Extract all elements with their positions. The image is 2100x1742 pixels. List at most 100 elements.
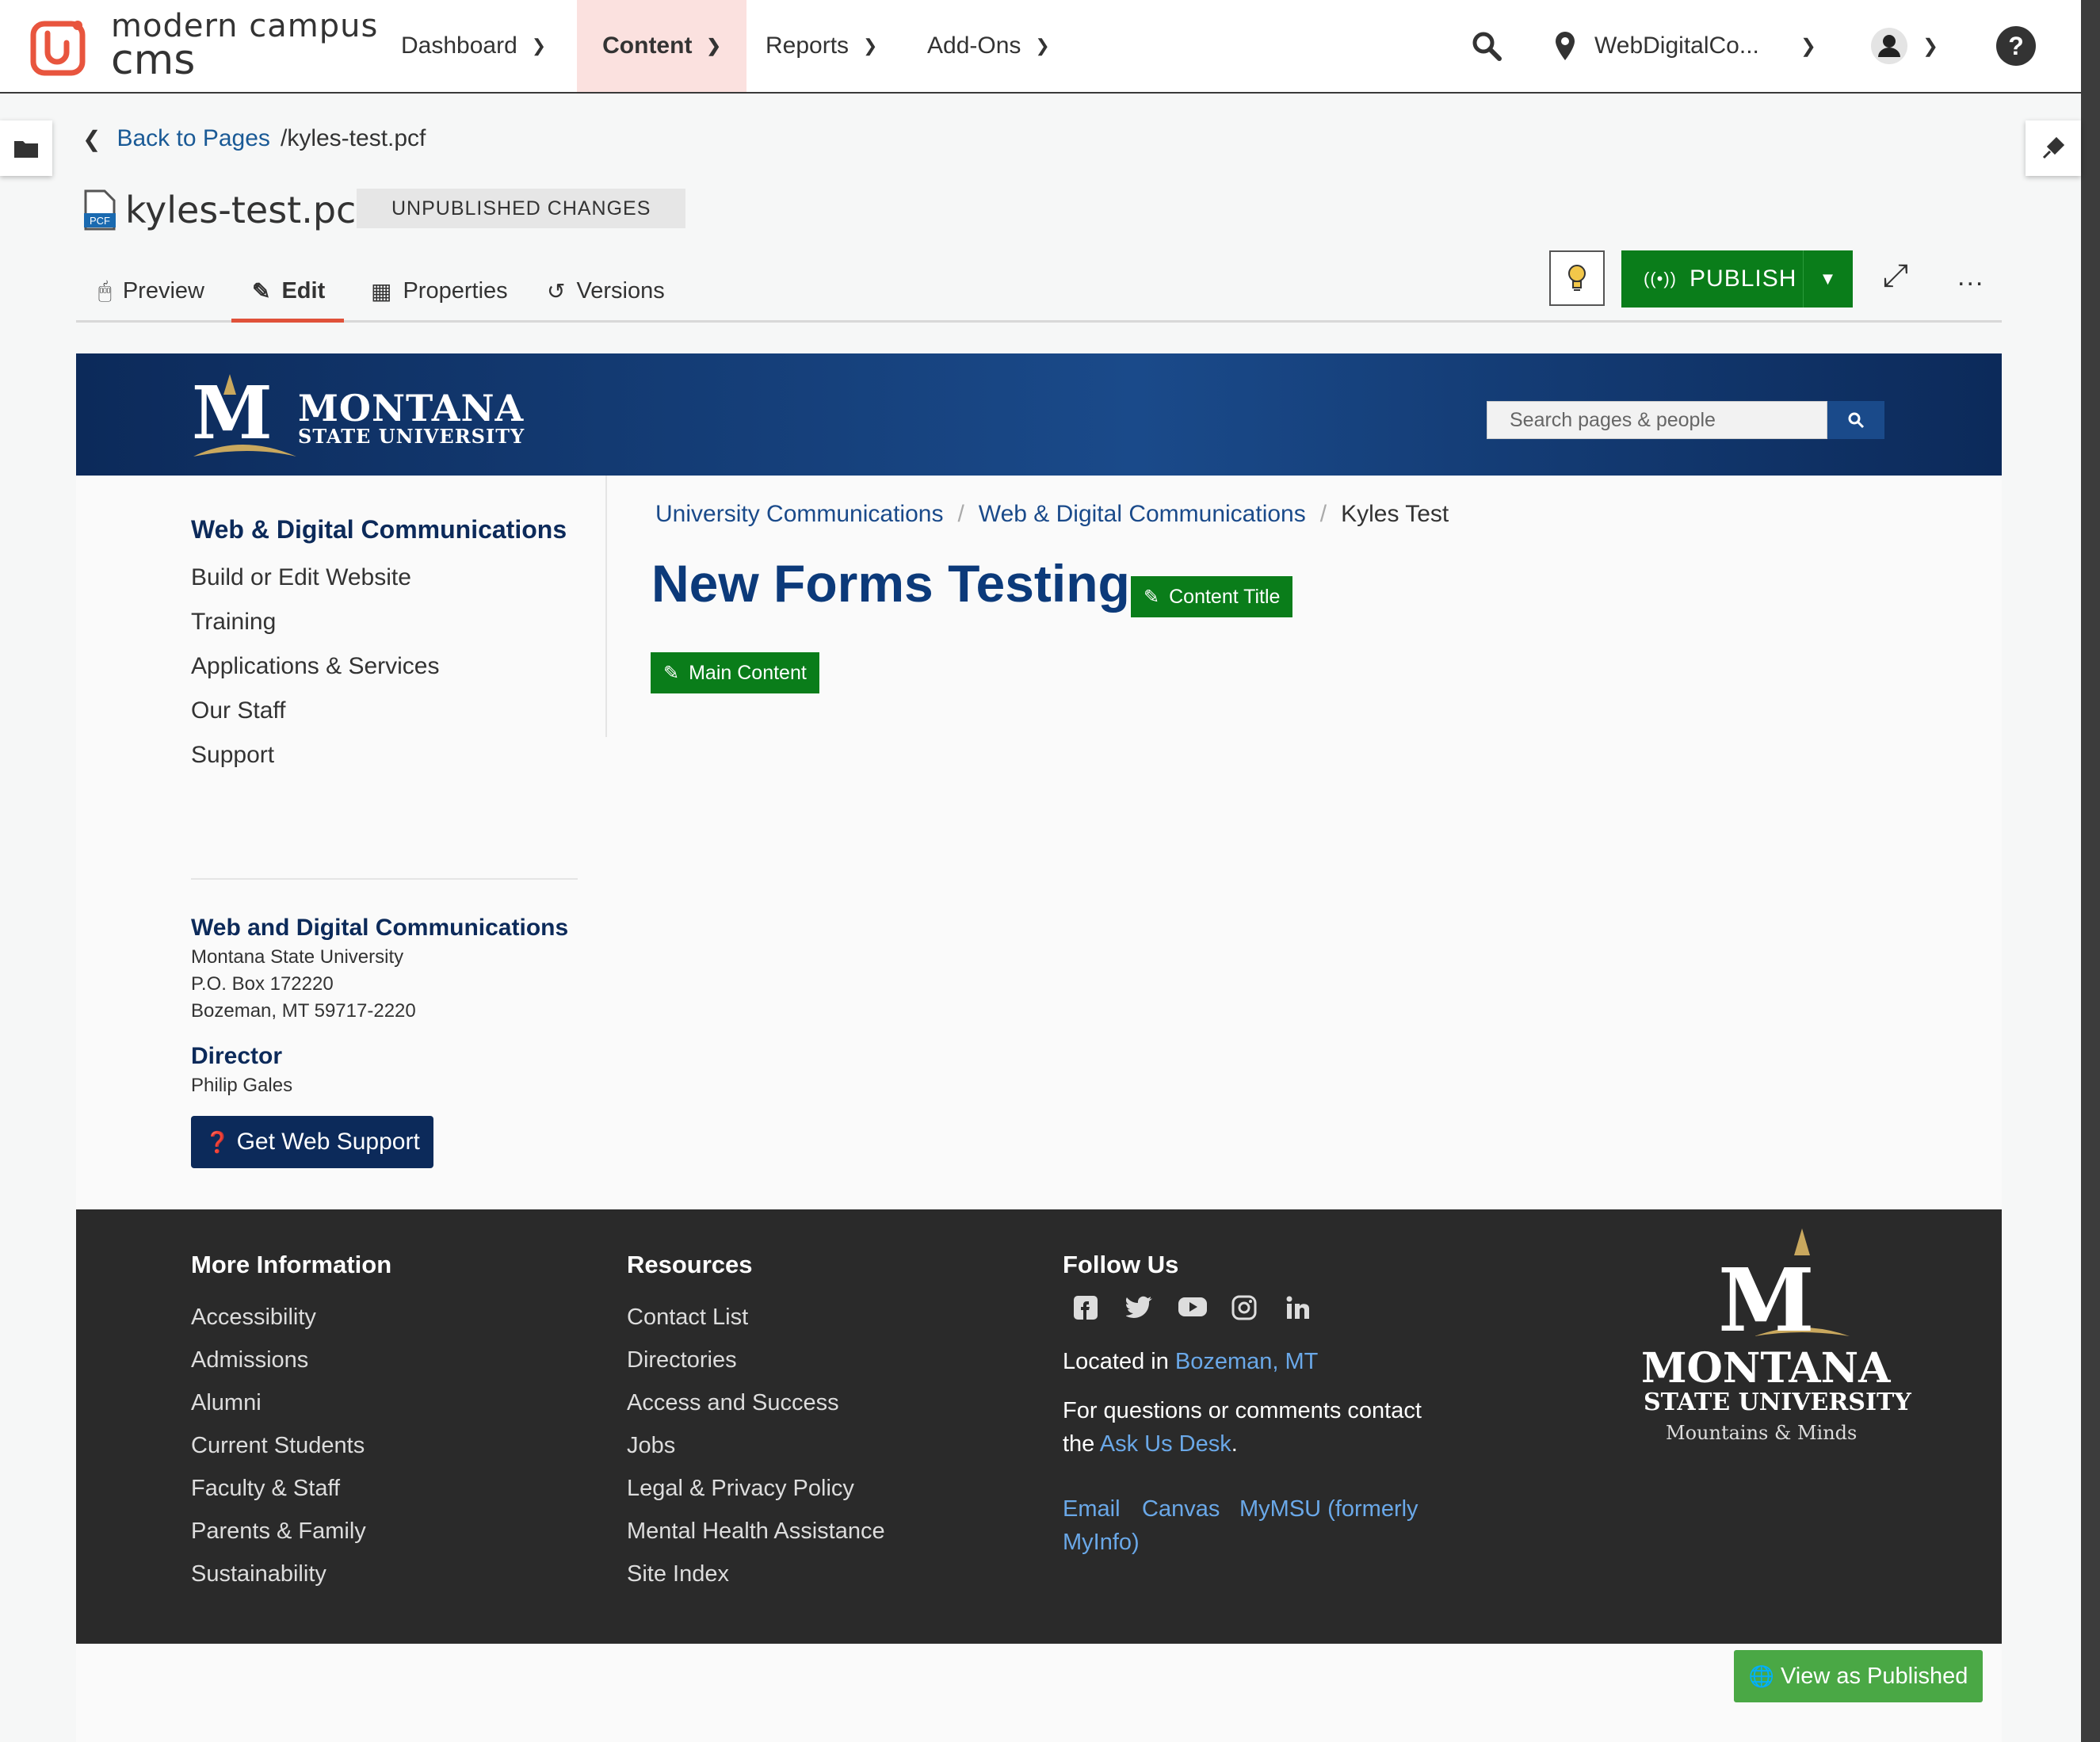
expand-icon[interactable]: ⤢	[1883, 258, 1908, 294]
help-icon[interactable]: ?	[1995, 0, 2037, 92]
contact-line: Montana State University	[191, 946, 404, 968]
questions-prefix: the	[1063, 1431, 1100, 1457]
msu-footer-logo-letter: M	[1718, 1249, 1815, 1351]
footer-link[interactable]: Jobs	[627, 1433, 675, 1459]
user-avatar-icon	[1871, 28, 1907, 64]
chevron-down-icon: ❯	[1800, 35, 1816, 57]
section-nav-item[interactable]: Our Staff	[191, 697, 286, 724]
footer-link[interactable]: Parents & Family	[191, 1519, 366, 1545]
mymsu-link-continued[interactable]: MyInfo)	[1063, 1530, 1140, 1556]
facebook-icon[interactable]	[1073, 1295, 1098, 1320]
msu-footer-tagline: Mountains & Minds	[1666, 1422, 1858, 1444]
footer-resources-heading: Resources	[627, 1251, 753, 1278]
section-nav-heading[interactable]: Web & Digital Communications	[191, 515, 567, 544]
breadcrumb: University Communications / Web & Digital …	[655, 501, 1449, 528]
file-path: /kyles-test.pcf	[281, 125, 426, 151]
back-to-pages-link[interactable]: ❮ Back to Pages	[82, 125, 270, 152]
tab-properties[interactable]: ▦ Properties	[371, 262, 508, 320]
brand-name-line2: cms	[111, 36, 196, 84]
msu-footer-logo-line2: STATE UNIVERSITY	[1644, 1389, 1911, 1416]
tab-properties-label: Properties	[403, 277, 508, 304]
page-title: PCF kyles-test.pcf	[82, 189, 369, 231]
page-preview-frame: M MONTANA STATE UNIVERSITY Search pages …	[76, 353, 2002, 1742]
footer-link[interactable]: Access and Success	[627, 1390, 839, 1416]
window-scrollbar[interactable]	[2081, 0, 2100, 1742]
nav-dashboard-label: Dashboard	[401, 32, 517, 59]
main-content-edit-label: Main Content	[689, 661, 807, 684]
folder-icon	[14, 141, 38, 158]
linkedin-icon[interactable]	[1285, 1295, 1311, 1320]
footer-link[interactable]: Faculty & Staff	[191, 1476, 340, 1502]
ask-us-desk-link[interactable]: Ask Us Desk	[1100, 1431, 1231, 1457]
publish-options-dropdown[interactable]: ▼	[1803, 250, 1853, 308]
footer-link[interactable]: Admissions	[191, 1347, 308, 1373]
footer-link[interactable]: Legal & Privacy Policy	[627, 1476, 854, 1502]
footer-link[interactable]: Current Students	[191, 1433, 365, 1459]
breadcrumb-separator: /	[1319, 501, 1327, 527]
footer-link[interactable]: Contact List	[627, 1305, 748, 1331]
footer-link[interactable]: Mental Health Assistance	[627, 1519, 885, 1545]
msu-footer-logo-line1: MONTANA	[1641, 1344, 1891, 1392]
publish-button[interactable]: ((•)) PUBLISH	[1621, 266, 1803, 292]
more-options-icon[interactable]: ...	[1957, 262, 1984, 292]
footer-link[interactable]: Directories	[627, 1347, 737, 1373]
section-nav-item[interactable]: Training	[191, 609, 276, 636]
svg-text:PCF: PCF	[90, 215, 110, 227]
tab-preview[interactable]: 🖱 Preview	[98, 262, 204, 320]
site-selector[interactable]: WebDigitalCo... ❯	[1553, 0, 1816, 92]
located-prefix: Located in	[1063, 1349, 1175, 1374]
site-footer: More Information Accessibility Admission…	[76, 1209, 2002, 1644]
site-search-button[interactable]	[1827, 401, 1884, 439]
breadcrumb-current: Kyles Test	[1341, 501, 1449, 527]
get-web-support-label: Get Web Support	[236, 1129, 420, 1155]
content-title-edit-button[interactable]: ✎ Content Title	[1130, 575, 1294, 618]
questions-suffix: .	[1231, 1431, 1238, 1457]
twitter-icon[interactable]	[1126, 1295, 1153, 1319]
broadcast-icon: ((•))	[1644, 269, 1678, 288]
footer-link[interactable]: Sustainability	[191, 1561, 326, 1587]
director-name: Philip Gales	[191, 1075, 293, 1096]
pcf-file-icon: PCF	[84, 189, 116, 231]
email-link[interactable]: Email	[1063, 1496, 1121, 1522]
gadgets-tab[interactable]	[2026, 120, 2081, 176]
nav-dashboard[interactable]: Dashboard ❯	[379, 0, 568, 92]
modern-campus-logo-icon[interactable]	[30, 17, 90, 78]
nav-content[interactable]: Content ❯	[577, 0, 746, 92]
section-nav-item[interactable]: Build or Edit Website	[191, 564, 411, 591]
caret-down-icon: ▼	[1819, 269, 1838, 288]
monitor-icon: 🖱	[98, 277, 112, 303]
breadcrumb-link[interactable]: University Communications	[655, 501, 943, 527]
footer-link[interactable]: Site Index	[627, 1561, 729, 1587]
section-nav-item[interactable]: Applications & Services	[191, 653, 439, 680]
section-nav-item[interactable]: Support	[191, 742, 274, 769]
contact-divider	[191, 878, 578, 880]
search-icon	[1848, 412, 1865, 429]
mymsu-link[interactable]: MyMSU (formerly	[1239, 1496, 1418, 1522]
file-navigator-tab[interactable]	[0, 120, 52, 176]
lightbulb-button[interactable]	[1549, 250, 1605, 306]
nav-reports[interactable]: Reports ❯	[766, 0, 877, 92]
site-search-input[interactable]: Search pages & people	[1487, 401, 1827, 439]
msu-site-header: M MONTANA STATE UNIVERSITY Search pages …	[76, 353, 2002, 476]
status-badge: UNPUBLISHED CHANGES	[357, 189, 686, 228]
chevron-down-icon: ❯	[1922, 35, 1939, 57]
top-navigation-bar: modern campus cms Dashboard ❯ Content ❯ …	[0, 0, 2081, 94]
footer-link[interactable]: Alumni	[191, 1390, 262, 1416]
get-web-support-button[interactable]: ❓ Get Web Support	[191, 1116, 433, 1168]
canvas-link[interactable]: Canvas	[1142, 1496, 1220, 1522]
youtube-icon[interactable]	[1178, 1295, 1208, 1319]
tab-versions[interactable]: ↺ Versions	[547, 262, 665, 320]
contact-line: Bozeman, MT 59717-2220	[191, 1000, 416, 1022]
view-as-published-button[interactable]: 🌐 View as Published	[1734, 1650, 1983, 1702]
user-menu[interactable]: ❯	[1870, 0, 1938, 92]
search-icon[interactable]	[1471, 0, 1502, 92]
bozeman-link[interactable]: Bozeman, MT	[1175, 1349, 1319, 1374]
plug-icon	[2042, 136, 2065, 159]
footer-link[interactable]: Accessibility	[191, 1305, 316, 1331]
footer-follow-heading: Follow Us	[1063, 1251, 1179, 1278]
main-content-edit-button[interactable]: ✎ Main Content	[650, 651, 820, 694]
nav-add-ons[interactable]: Add-Ons ❯	[927, 0, 1050, 92]
instagram-icon[interactable]	[1231, 1295, 1257, 1320]
breadcrumb-link[interactable]: Web & Digital Communications	[979, 501, 1306, 527]
tab-edit[interactable]: ✎ Edit	[231, 262, 345, 323]
